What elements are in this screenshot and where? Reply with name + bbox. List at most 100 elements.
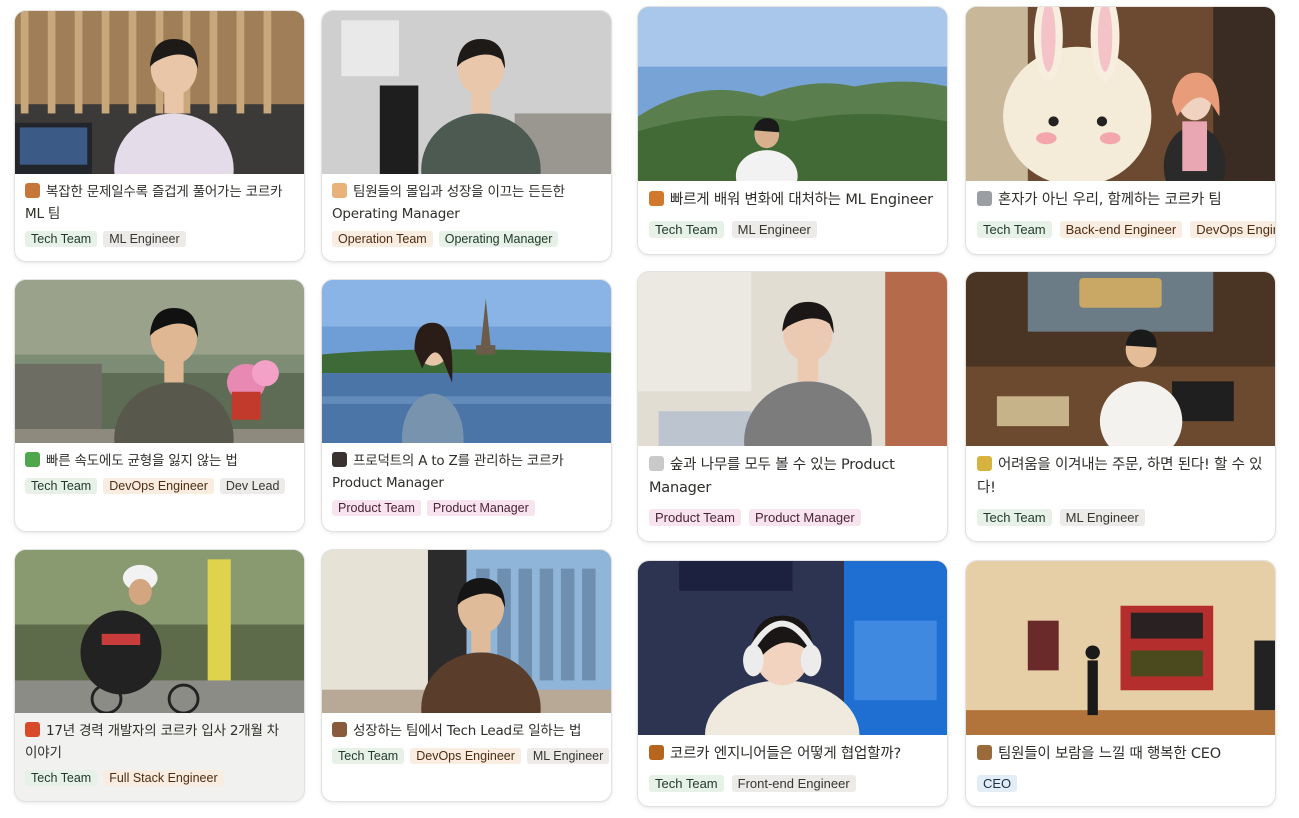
- card-tags: Product Team Product Manager: [638, 509, 947, 526]
- card-title: 프로덕트의 A to Z를 관리하는 코르카 Product Manager: [322, 450, 611, 494]
- card-tags: Tech Team DevOps Engineer ML Engineer: [322, 748, 611, 764]
- shell-icon: [332, 183, 347, 198]
- card-tags: Product Team Product Manager: [322, 500, 611, 516]
- card-cover-image: [966, 561, 1275, 735]
- card-tags: Tech Team Front-end Engineer: [638, 775, 947, 792]
- tag-badge: ML Engineer: [526, 748, 610, 764]
- card-title: 17년 경력 개발자의 코르카 입사 2개월 차 이야기: [15, 720, 304, 764]
- card-title: 빠른 속도에도 균형을 잃지 않는 법: [15, 450, 304, 472]
- card-title-text: 빠르게 배워 변화에 대처하는 ML Engineer: [670, 192, 933, 208]
- card-body: 17년 경력 개발자의 코르카 입사 2개월 차 이야기 Tech Team Ful…: [15, 720, 304, 786]
- gallery-card[interactable]: 팀원들의 몰입과 성장을 이끄는 든든한 Operating Manager Op…: [321, 10, 612, 262]
- gallery-card[interactable]: 숲과 나무를 모두 볼 수 있는 Product Manager Product …: [637, 271, 948, 542]
- card-title-text: 팀원들이 보람을 느낄 때 행복한 CEO: [998, 746, 1221, 762]
- tag-badge: Tech Team: [977, 221, 1052, 238]
- card-cover-image: [15, 11, 304, 174]
- tag-badge: Dev Lead: [219, 478, 286, 494]
- tag-badge: Tech Team: [332, 748, 405, 764]
- rooster-icon: [25, 722, 40, 737]
- card-cover-image: [966, 272, 1275, 446]
- woman-icon: [332, 452, 347, 467]
- card-title-text: 빠른 속도에도 균형을 잃지 않는 법: [46, 453, 238, 469]
- tag-badge: Full Stack Engineer: [103, 770, 224, 786]
- gallery-card[interactable]: 복잡한 문제일수록 즐겁게 풀어가는 코르카 ML 팀 Tech Team ML E…: [14, 10, 305, 262]
- card-tags: Tech Team Back-end Engineer DevOps Enginee…: [966, 221, 1275, 238]
- card-tags: Tech Team DevOps Engineer Dev Lead: [15, 478, 304, 494]
- tag-badge: Product Manager: [748, 509, 861, 526]
- card-title-text: 숲과 나무를 모두 볼 수 있는 Product Manager: [649, 457, 895, 496]
- card-cover-image: [15, 280, 304, 443]
- card-cover-image: [322, 280, 611, 443]
- shoe-icon: [977, 191, 992, 206]
- card-cover-image: [638, 561, 947, 735]
- card-body: 프로덕트의 A to Z를 관리하는 코르카 Product Manager Pr…: [322, 450, 611, 516]
- card-tags: Tech Team ML Engineer: [966, 509, 1275, 526]
- card-tags: Tech Team Full Stack Engineer: [15, 770, 304, 786]
- card-tags: Tech Team ML Engineer: [638, 221, 947, 238]
- gallery-card[interactable]: 빠른 속도에도 균형을 잃지 않는 법 Tech Team DevOps Engin…: [14, 279, 305, 532]
- tag-badge: Tech Team: [25, 478, 98, 494]
- card-title: 혼자가 아닌 우리, 함께하는 코르카 팀: [966, 189, 1275, 212]
- tag-badge: Product Manager: [426, 500, 535, 516]
- goat-icon: [649, 456, 664, 471]
- gallery-card[interactable]: 혼자가 아닌 우리, 함께하는 코르카 팀 Tech Team Back-end E…: [965, 6, 1276, 255]
- tag-badge: Tech Team: [25, 231, 98, 247]
- card-title: 코르카 엔지니어들은 어떻게 협업할까?: [638, 743, 947, 766]
- gallery-card[interactable]: 팀원들이 보람을 느낄 때 행복한 CEO CEO: [965, 560, 1276, 807]
- tag-badge: Product Team: [332, 500, 421, 516]
- card-title-text: 복잡한 문제일수록 즐겁게 풀어가는 코르카 ML 팀: [25, 184, 283, 222]
- tag-badge: Product Team: [649, 509, 741, 526]
- card-body: 혼자가 아닌 우리, 함께하는 코르카 팀 Tech Team Back-end E…: [966, 189, 1275, 238]
- card-title-text: 성장하는 팀에서 Tech Lead로 일하는 법: [353, 723, 582, 739]
- gallery-card[interactable]: 어려움을 이겨내는 주문, 하면 된다! 할 수 있다! Tech Team ML …: [965, 271, 1276, 542]
- tag-badge: Back-end Engineer: [1059, 221, 1183, 238]
- man-icon: [332, 722, 347, 737]
- tag-badge: Tech Team: [649, 221, 724, 238]
- card-title: 팀원들이 보람을 느낄 때 행복한 CEO: [966, 743, 1275, 766]
- tag-badge: Front-end Engineer: [731, 775, 856, 792]
- tag-badge: ML Engineer: [1059, 509, 1145, 526]
- sweet-potato-icon: [25, 183, 40, 198]
- card-cover-image: [638, 7, 947, 181]
- card-title: 팀원들의 몰입과 성장을 이끄는 든든한 Operating Manager: [322, 181, 611, 225]
- tag-badge: DevOps Engineer: [1190, 221, 1275, 238]
- dog-icon: [649, 745, 664, 760]
- tag-badge: CEO: [977, 775, 1018, 792]
- tag-badge: DevOps Engineer: [103, 478, 214, 494]
- gallery-card[interactable]: 프로덕트의 A to Z를 관리하는 코르카 Product Manager Pr…: [321, 279, 612, 532]
- card-title: 숲과 나무를 모두 볼 수 있는 Product Manager: [638, 454, 947, 500]
- card-body: 빠른 속도에도 균형을 잃지 않는 법 Tech Team DevOps Engin…: [15, 450, 304, 494]
- person-icon: [977, 745, 992, 760]
- gallery-card[interactable]: 성장하는 팀에서 Tech Lead로 일하는 법 Tech Team DevOps…: [321, 549, 612, 802]
- card-tags: CEO: [966, 775, 1275, 792]
- card-title: 어려움을 이겨내는 주문, 하면 된다! 할 수 있다!: [966, 454, 1275, 500]
- tag-badge: Tech Team: [977, 509, 1052, 526]
- card-cover-image: [322, 11, 611, 174]
- card-title-text: 코르카 엔지니어들은 어떻게 협업할까?: [670, 746, 901, 762]
- gallery-card[interactable]: 코르카 엔지니어들은 어떻게 협업할까? Tech Team Front-end E…: [637, 560, 948, 807]
- card-cover-image: [322, 550, 611, 713]
- tag-badge: DevOps Engineer: [410, 748, 521, 764]
- card-body: 복잡한 문제일수록 즐겁게 풀어가는 코르카 ML 팀 Tech Team ML E…: [15, 181, 304, 247]
- card-body: 숲과 나무를 모두 볼 수 있는 Product Manager Product …: [638, 454, 947, 526]
- gallery-card[interactable]: 17년 경력 개발자의 코르카 입사 2개월 차 이야기 Tech Team Ful…: [14, 549, 305, 802]
- card-title: 성장하는 팀에서 Tech Lead로 일하는 법: [322, 720, 611, 742]
- card-tags: Tech Team ML Engineer: [15, 231, 304, 247]
- card-body: 어려움을 이겨내는 주문, 하면 된다! 할 수 있다! Tech Team ML …: [966, 454, 1275, 526]
- gallery-card[interactable]: 빠르게 배워 변화에 대처하는 ML Engineer Tech Team ML E…: [637, 6, 948, 255]
- card-cover-image: [15, 550, 304, 713]
- card-cover-image: [638, 272, 947, 446]
- card-title: 빠르게 배워 변화에 대처하는 ML Engineer: [638, 189, 947, 212]
- card-title-text: 혼자가 아닌 우리, 함께하는 코르카 팀: [998, 192, 1222, 208]
- tag-badge: Tech Team: [649, 775, 724, 792]
- card-title: 복잡한 문제일수록 즐겁게 풀어가는 코르카 ML 팀: [15, 181, 304, 225]
- card-title-text: 어려움을 이겨내는 주문, 하면 된다! 할 수 있다!: [977, 457, 1263, 496]
- card-tags: Operation Team Operating Manager: [322, 231, 611, 247]
- chameleon-icon: [25, 452, 40, 467]
- card-body: 코르카 엔지니어들은 어떻게 협업할까? Tech Team Front-end E…: [638, 743, 947, 792]
- card-body: 빠르게 배워 변화에 대처하는 ML Engineer Tech Team ML E…: [638, 189, 947, 238]
- tag-badge: Tech Team: [25, 770, 98, 786]
- ghost-icon: [977, 456, 992, 471]
- tag-badge: ML Engineer: [103, 231, 186, 247]
- tag-badge: Operation Team: [332, 231, 433, 247]
